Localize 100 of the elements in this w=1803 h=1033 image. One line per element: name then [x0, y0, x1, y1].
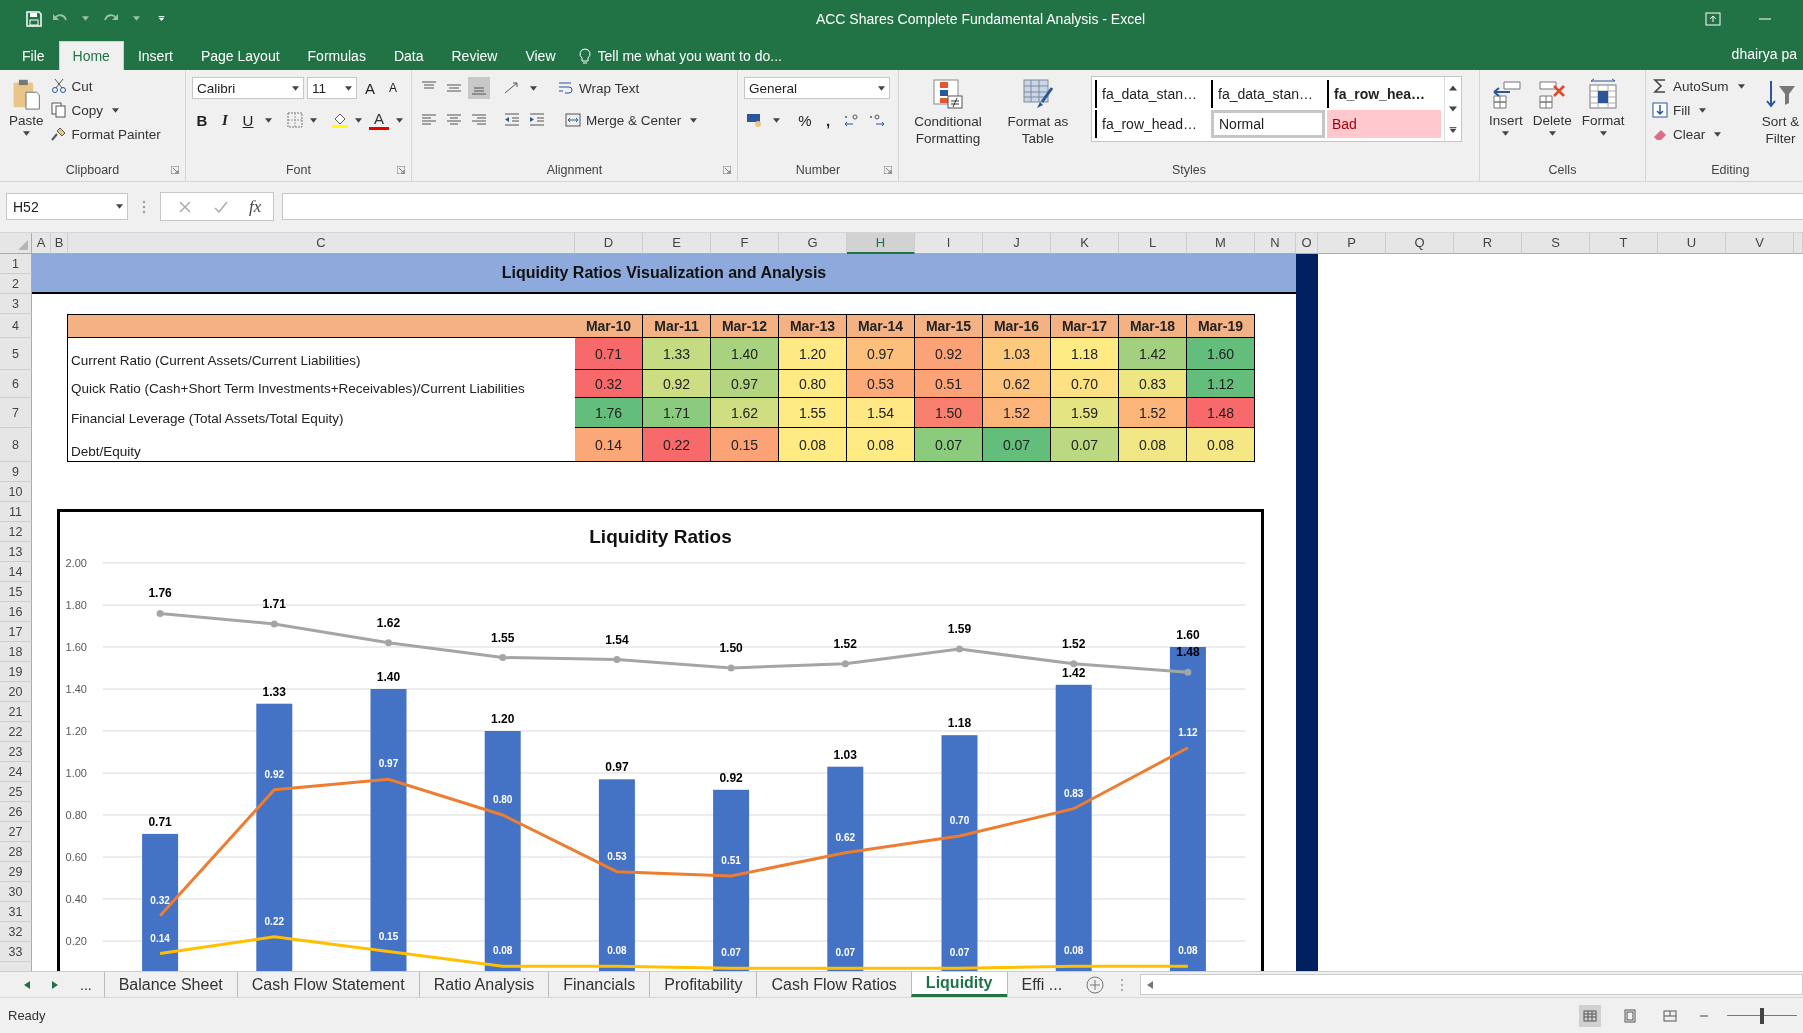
align-bottom-icon[interactable] — [468, 77, 490, 100]
cell-style-item[interactable]: Bad — [1327, 110, 1441, 139]
user-name[interactable]: dhairya pa — [1731, 41, 1803, 71]
caret-icon[interactable] — [116, 204, 123, 210]
column-header[interactable]: P — [1318, 233, 1386, 254]
caret-icon[interactable] — [1714, 131, 1722, 137]
column-header[interactable]: D — [575, 233, 643, 254]
scroll-left-icon[interactable] — [1147, 980, 1154, 989]
fill-color-icon[interactable] — [332, 112, 348, 129]
cell-style-item[interactable]: fa_row_hea… — [1327, 80, 1441, 109]
cancel-icon[interactable] — [177, 198, 193, 215]
column-header[interactable]: U — [1658, 233, 1726, 254]
italic-button[interactable]: I — [215, 109, 235, 132]
launcher-icon[interactable] — [397, 165, 405, 174]
row-header[interactable]: 27 — [0, 822, 32, 842]
row-header[interactable]: 11 — [0, 502, 32, 522]
caret-icon[interactable] — [310, 117, 317, 123]
caret-icon[interactable] — [1699, 107, 1707, 113]
merge-center-button[interactable]: Merge & Center — [565, 110, 702, 131]
caret-icon[interactable] — [1502, 131, 1510, 137]
row-header[interactable]: 19 — [0, 662, 32, 682]
percent-button[interactable]: % — [795, 109, 815, 132]
row-header[interactable]: 2 — [0, 274, 32, 294]
scroll-up-icon[interactable] — [1449, 84, 1457, 91]
comma-style-button[interactable]: , — [818, 109, 838, 132]
clear-button[interactable]: Clear — [1652, 124, 1749, 145]
column-header[interactable]: H — [847, 233, 915, 254]
cell-style-item[interactable]: fa_data_stan… — [1095, 80, 1209, 109]
splitter-handle-icon[interactable] — [1120, 977, 1125, 992]
row-header[interactable]: 10 — [0, 482, 32, 502]
column-header[interactable]: B — [51, 233, 68, 254]
format-painter-button[interactable]: Format Painter — [50, 124, 161, 145]
ribbon-tab[interactable]: Data — [379, 41, 438, 71]
launcher-icon[interactable] — [171, 165, 179, 174]
row-header[interactable]: 25 — [0, 782, 32, 802]
row-header[interactable]: 14 — [0, 562, 32, 582]
ribbon-tab[interactable]: Formulas — [293, 41, 380, 71]
row-header[interactable]: 28 — [0, 842, 32, 862]
row-header[interactable]: 3 — [0, 294, 32, 314]
cut-button[interactable]: Cut — [50, 76, 161, 97]
column-header[interactable]: O — [1296, 233, 1318, 254]
caret-icon[interactable] — [1548, 131, 1556, 137]
underline-button[interactable]: U — [238, 109, 258, 132]
row-header[interactable]: 8 — [0, 428, 32, 462]
row-header[interactable]: 13 — [0, 542, 32, 562]
ribbon-tab[interactable]: File — [8, 41, 59, 71]
ribbon-tab[interactable]: Page Layout — [186, 41, 294, 71]
row-header[interactable]: 33 — [0, 942, 32, 962]
launcher-icon[interactable] — [884, 165, 892, 174]
caret-icon[interactable] — [292, 85, 299, 91]
column-header[interactable]: G — [779, 233, 847, 254]
wrap-text-button[interactable]: Wrap Text — [558, 78, 640, 99]
scroll-down-icon[interactable] — [1449, 106, 1457, 113]
shrink-font-button[interactable]: A — [383, 77, 403, 100]
row-header[interactable]: 1 — [0, 254, 32, 274]
name-box[interactable]: H52 — [6, 193, 128, 221]
cell-style-item[interactable]: Normal — [1211, 110, 1325, 139]
ribbon-tab[interactable]: Home — [58, 41, 124, 71]
column-header[interactable]: L — [1119, 233, 1187, 254]
caret-icon[interactable] — [22, 131, 30, 137]
caret-icon[interactable] — [690, 117, 698, 123]
column-header[interactable]: V — [1726, 233, 1794, 254]
font-color-button[interactable]: A — [369, 110, 389, 131]
caret-icon[interactable] — [396, 117, 403, 123]
column-header[interactable]: J — [983, 233, 1051, 254]
column-header[interactable]: C — [68, 233, 575, 254]
row-header[interactable]: 12 — [0, 522, 32, 542]
column-header[interactable]: F — [711, 233, 779, 254]
column-header[interactable]: T — [1590, 233, 1658, 254]
row-header[interactable]: 31 — [0, 902, 32, 922]
row-header[interactable]: 4 — [0, 314, 32, 338]
tell-me-field[interactable]: Tell me what you want to do... — [597, 47, 928, 64]
cell-style-item[interactable]: fa_row_head… — [1095, 110, 1209, 139]
column-header[interactable]: I — [915, 233, 983, 254]
fill-button[interactable]: Fill — [1652, 100, 1749, 121]
more-icon[interactable] — [1449, 127, 1457, 134]
drag-handle-icon[interactable] — [142, 199, 146, 214]
column-header[interactable]: N — [1255, 233, 1296, 254]
caret-icon[interactable] — [773, 117, 780, 123]
font-name-dropdown[interactable]: Calibri — [192, 77, 304, 100]
caret-icon[interactable] — [878, 85, 885, 91]
row-header[interactable]: 7 — [0, 398, 32, 428]
conditional-formatting-button[interactable]: Conditional Formatting — [905, 76, 991, 150]
format-cells-button[interactable]: Format — [1578, 76, 1628, 139]
add-sheet-icon[interactable] — [1086, 975, 1105, 994]
column-header[interactable]: M — [1187, 233, 1255, 254]
row-header[interactable]: 9 — [0, 462, 32, 482]
normal-view-icon[interactable] — [1579, 1004, 1601, 1027]
row-header[interactable]: 5 — [0, 338, 32, 370]
customize-icon[interactable] — [158, 16, 165, 22]
row-header[interactable]: 16 — [0, 602, 32, 622]
scroll-left-icon[interactable] — [24, 980, 30, 989]
caret-icon[interactable] — [530, 85, 537, 91]
caret-icon[interactable] — [265, 117, 272, 123]
scroll-right-icon[interactable] — [52, 980, 58, 989]
row-header[interactable]: 30 — [0, 882, 32, 902]
chart-area[interactable] — [57, 509, 1264, 971]
row-header[interactable]: 26 — [0, 802, 32, 822]
insert-cells-button[interactable]: Insert — [1486, 76, 1526, 139]
more-sheets-button[interactable]: ... — [80, 976, 92, 993]
